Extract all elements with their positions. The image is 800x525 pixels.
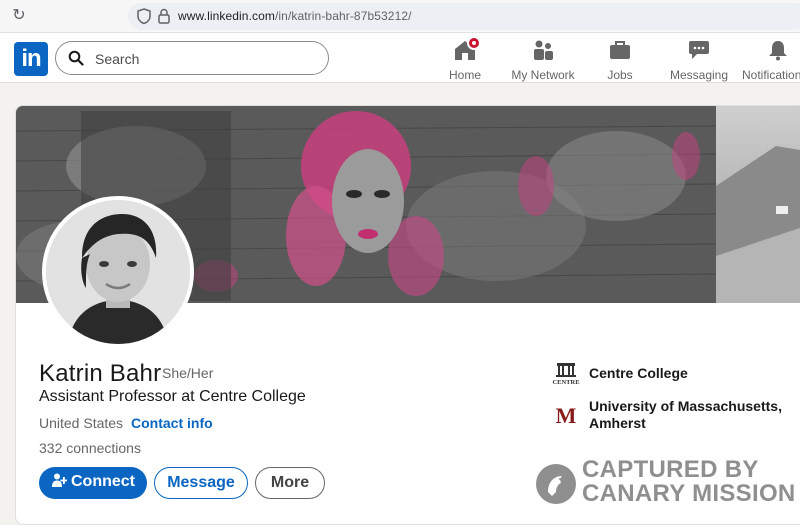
messaging-icon [687,39,711,61]
network-icon [531,39,555,61]
url-host: www.linkedin.com [178,9,275,23]
canary-mission-watermark: CAPTURED BY CANARY MISSION [536,458,800,518]
svg-text:CENTRE: CENTRE [552,379,579,386]
shield-icon[interactable] [136,7,152,25]
nav-messaging[interactable]: Messaging [668,33,730,83]
more-button[interactable]: More [255,467,325,499]
briefcase-icon [608,39,632,61]
bird-icon [536,464,576,504]
top-navigation: in Search Home My Network Jobs Messaging [0,33,800,83]
url-text[interactable]: www.linkedin.com/in/katrin-bahr-87b53212… [178,9,412,23]
nav-notifications-label: Notifications [742,68,800,82]
bell-icon [766,39,790,61]
linkedin-logo[interactable]: in [14,42,48,76]
message-button[interactable]: Message [154,467,248,499]
search-icon [68,50,84,66]
nav-my-network-label: My Network [511,68,575,82]
connections-count[interactable]: 332 connections [39,440,141,456]
notification-badge [467,36,481,50]
nav-notifications[interactable]: Notifications [742,33,800,83]
watermark-line-2: CANARY MISSION [582,480,796,507]
profile-pronouns: She/Her [162,365,214,381]
add-person-icon [52,473,67,487]
profile-name: Katrin Bahr [39,360,162,387]
connect-button[interactable]: Connect [39,467,147,499]
browser-toolbar: ↻ www.linkedin.com/in/katrin-bahr-87b532… [0,0,800,33]
profile-location: United States [39,415,124,431]
nav-my-network[interactable]: My Network [505,33,581,83]
search-input[interactable]: Search [55,41,329,75]
search-placeholder: Search [95,51,140,67]
connections-label: connections [66,440,141,456]
watermark-text: CAPTURED BY CANARY MISSION [582,458,796,506]
nav-home[interactable]: Home [440,33,490,83]
url-path: /in/katrin-bahr-87b53212/ [274,9,412,23]
org-name: University of Massachusetts, Amherst [589,398,782,431]
nav-jobs[interactable]: Jobs [598,33,642,83]
home-icon [453,36,481,61]
lock-icon[interactable] [156,7,172,25]
reload-icon[interactable]: ↻ [10,7,28,25]
nav-messaging-label: Messaging [669,68,729,82]
profile-avatar[interactable] [42,196,194,348]
umass-logo: M [556,403,577,428]
connect-button-label: Connect [71,473,135,490]
nav-jobs-label: Jobs [607,68,633,82]
watermark-line-1: CAPTURED BY [582,456,759,483]
svg-text:M: M [556,403,577,428]
nav-home-label: Home [448,68,481,82]
contact-info-link[interactable]: Contact info [131,415,213,431]
org-name: Centre College [589,365,688,381]
centre-college-logo: CENTRE [552,363,580,386]
profile-headline: Assistant Professor at Centre College [39,388,306,405]
profile-card: Katrin Bahr She/Her Assistant Professor … [15,105,800,525]
address-bar[interactable]: www.linkedin.com/in/katrin-bahr-87b53212… [128,3,800,30]
connections-number: 332 [39,440,63,456]
